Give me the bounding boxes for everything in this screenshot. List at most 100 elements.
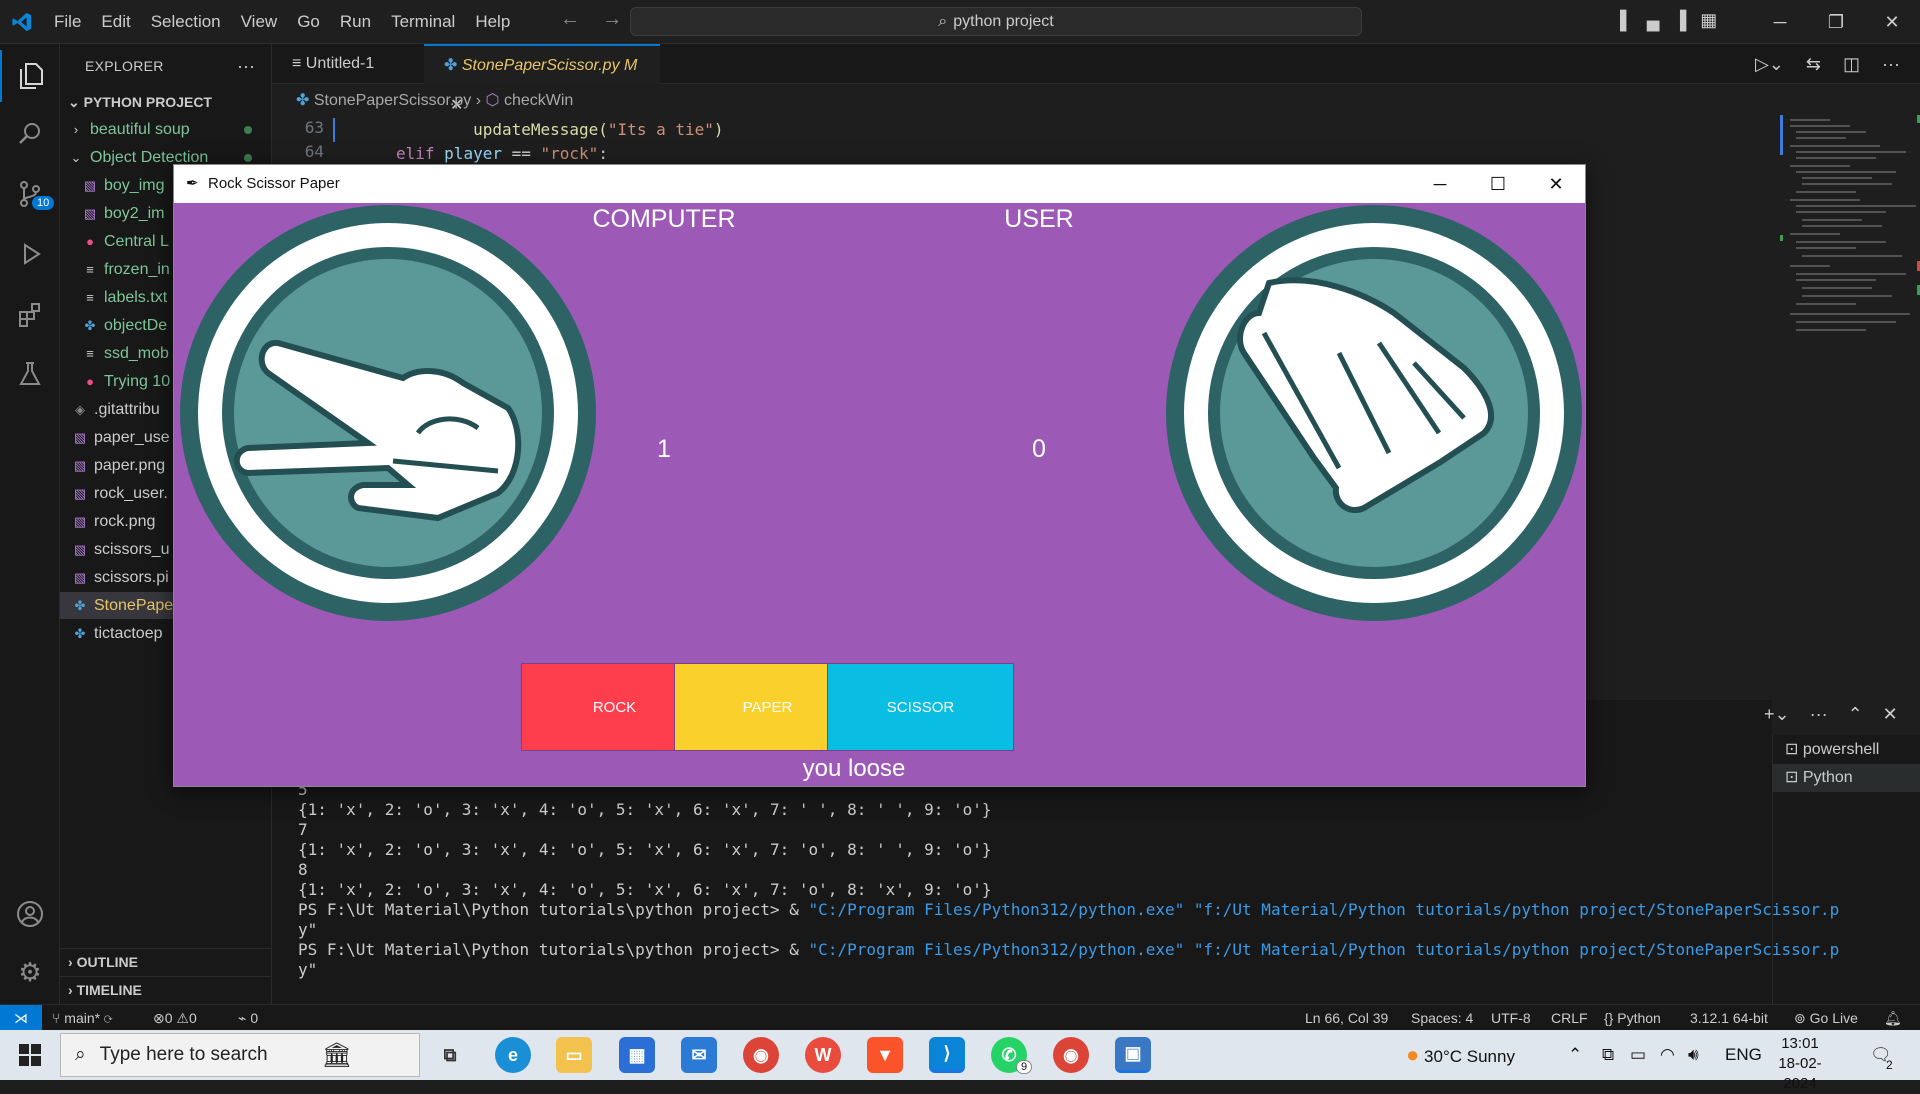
run-python-file-icon[interactable]: ▷⌄ xyxy=(1755,54,1784,75)
more-actions-icon[interactable]: ··· xyxy=(237,44,255,88)
breadcrumb-file[interactable]: StonePaperScissor.py xyxy=(314,92,471,109)
error-icon: ⊗ xyxy=(153,1010,165,1026)
encoding[interactable]: UTF-8 xyxy=(1491,1005,1531,1031)
language-mode[interactable]: {} Python xyxy=(1604,1005,1661,1031)
microsoft-store-icon[interactable]: ▦ xyxy=(619,1037,655,1073)
source-control-icon[interactable]: 10 xyxy=(0,168,60,220)
toggle-secondary-sidebar-icon[interactable]: ▐ xyxy=(1674,10,1687,31)
problems-status[interactable]: ⊗0 ⚠0 xyxy=(153,1005,197,1031)
explorer-item-label: scissors_u xyxy=(94,541,170,558)
explorer-item-label: objectDe xyxy=(104,317,168,334)
customize-layout-icon[interactable]: ▦ xyxy=(1700,10,1717,31)
tab-untitled-1[interactable]: ≡ Untitled-1 xyxy=(272,44,422,84)
windows-start-icon[interactable] xyxy=(0,1030,60,1080)
new-terminal-icon[interactable]: +⌄ xyxy=(1764,704,1790,725)
go-live[interactable]: ⊚ Go Live xyxy=(1794,1005,1858,1031)
more-actions-icon[interactable]: ··· xyxy=(1810,704,1828,725)
menu-file[interactable]: File xyxy=(44,0,91,44)
more-actions-icon[interactable]: ··· xyxy=(1882,54,1900,75)
run-debug-icon[interactable] xyxy=(0,228,60,280)
tk-minimize-icon[interactable]: ─ xyxy=(1411,165,1469,203)
scissor-button[interactable]: SCISSOR xyxy=(827,663,1014,751)
show-hidden-icons-chevron-icon[interactable]: ⌃ xyxy=(1568,1030,1582,1080)
compare-changes-icon[interactable]: ⇆ xyxy=(1806,54,1821,75)
accounts-icon[interactable] xyxy=(0,888,60,940)
close-icon[interactable]: ✕ xyxy=(1864,12,1920,33)
restore-icon[interactable]: ❐ xyxy=(1808,12,1864,33)
menu-help[interactable]: Help xyxy=(465,0,520,44)
brave-icon[interactable]: ▼ xyxy=(867,1037,903,1073)
notification-center-icon[interactable]: 🗨︎ xyxy=(1870,1030,1892,1080)
command-center-search[interactable]: ⌕ python project xyxy=(630,7,1362,36)
file-explorer-icon[interactable]: ▭ xyxy=(556,1037,592,1073)
tab-stonepaperscissor[interactable]: ✤ StonePaperScissor.py M ✕ xyxy=(424,44,660,114)
search-icon[interactable] xyxy=(0,108,60,160)
terminal-item-python[interactable]: ⊡ Python xyxy=(1773,764,1920,792)
ports-count: 0 xyxy=(250,1010,259,1026)
settings-gear-icon[interactable]: ⚙ xyxy=(0,946,60,998)
remote-indicator-icon[interactable]: ⋊ xyxy=(0,1005,42,1031)
line-number: 64 xyxy=(304,142,324,161)
edge-icon[interactable]: e xyxy=(495,1037,531,1073)
minimize-icon[interactable]: ─ xyxy=(1752,12,1808,33)
terminal-item-powershell[interactable]: ⊡ powershell xyxy=(1773,736,1920,764)
split-editor-icon[interactable]: ◫ xyxy=(1843,54,1860,75)
user-choice-paper-image xyxy=(1166,205,1582,621)
outline-label: OUTLINE xyxy=(76,954,139,970)
toggle-panel-icon[interactable]: ▄ xyxy=(1647,10,1660,31)
timeline-section[interactable]: › TIMELINE xyxy=(60,976,271,1002)
volume-icon[interactable]: 🔊︎ xyxy=(1688,1030,1699,1080)
input-language[interactable]: ENG xyxy=(1725,1030,1762,1080)
chrome-icon[interactable]: ◉ xyxy=(743,1037,779,1073)
task-view-icon[interactable]: ⧉ xyxy=(432,1037,468,1073)
python-tk-window-icon[interactable]: ▣ xyxy=(1115,1037,1151,1073)
chrome-profile-icon[interactable]: ◉ xyxy=(1053,1037,1089,1073)
terminal-wrap-line: y" xyxy=(298,920,318,939)
toggle-sidebar-icon[interactable]: ▌ xyxy=(1620,10,1633,31)
end-of-line[interactable]: CRLF xyxy=(1551,1005,1588,1031)
extensions-icon[interactable] xyxy=(0,288,60,340)
wps-office-icon[interactable]: W xyxy=(805,1037,841,1073)
code-line-64[interactable]: elif player == "rock": xyxy=(396,142,608,166)
indentation[interactable]: Spaces: 4 xyxy=(1411,1005,1473,1031)
forward-arrow-icon[interactable]: → xyxy=(602,8,622,30)
weather-widget[interactable]: ● 30°C Sunny xyxy=(1406,1030,1515,1080)
back-arrow-icon[interactable]: ← xyxy=(560,8,580,30)
branch-status[interactable]: ⑂ main* ⟳ xyxy=(52,1005,112,1031)
menu-selection[interactable]: Selection xyxy=(141,0,231,44)
ports-status[interactable]: ⌁ 0 xyxy=(238,1005,258,1031)
explorer-item[interactable]: › beautiful soup xyxy=(60,116,271,143)
tk-close-icon[interactable]: ✕ xyxy=(1527,165,1585,203)
mail-icon[interactable]: ✉ xyxy=(681,1037,717,1073)
menu-run[interactable]: Run xyxy=(330,0,381,44)
cursor-position[interactable]: Ln 66, Col 39 xyxy=(1305,1005,1388,1031)
taskbar-search[interactable]: ⌕ Type here to search 🏛︎ xyxy=(60,1033,420,1077)
close-panel-icon[interactable]: ✕ xyxy=(1883,704,1898,725)
breadcrumb-symbol[interactable]: checkWin xyxy=(504,92,573,109)
python-interpreter[interactable]: 3.12.1 64-bit xyxy=(1690,1005,1768,1031)
clock-date: 18-02-2024 xyxy=(1778,1055,1822,1092)
minimap[interactable] xyxy=(1780,115,1920,435)
line-number: 63 xyxy=(304,118,324,137)
menu-edit[interactable]: Edit xyxy=(91,0,140,44)
notifications-bell-icon[interactable]: 🔔︎ xyxy=(1884,1005,1902,1031)
outline-section[interactable]: › OUTLINE xyxy=(60,948,271,974)
command-center-label: python project xyxy=(953,12,1054,30)
battery-icon[interactable]: ▭ xyxy=(1630,1030,1646,1080)
project-section-header[interactable]: ⌄ PYTHON PROJECT xyxy=(60,89,271,115)
menu-terminal[interactable]: Terminal xyxy=(381,0,465,44)
tk-maximize-icon[interactable]: ☐ xyxy=(1469,165,1527,203)
vscode-taskbar-icon[interactable]: ⟩ xyxy=(929,1037,965,1073)
menu-go[interactable]: Go xyxy=(287,0,330,44)
wifi-icon[interactable]: ◠ xyxy=(1660,1030,1675,1080)
explorer-icon[interactable] xyxy=(0,50,60,102)
menu-view[interactable]: View xyxy=(231,0,288,44)
code-line-63[interactable]: updateMessage("Its a tie") xyxy=(396,118,723,142)
clock[interactable]: 13:01 18-02-2024 xyxy=(1770,1034,1830,1094)
explorer-item-label: paper.png xyxy=(94,457,166,474)
maximize-panel-icon[interactable]: ⌃ xyxy=(1848,704,1863,725)
testing-flask-icon[interactable] xyxy=(0,348,60,400)
explorer-item-label: boy_img xyxy=(104,177,165,194)
tray-device-icon[interactable]: ⧉ xyxy=(1602,1030,1614,1080)
activity-bar: 10 ⚙ xyxy=(0,44,60,1004)
